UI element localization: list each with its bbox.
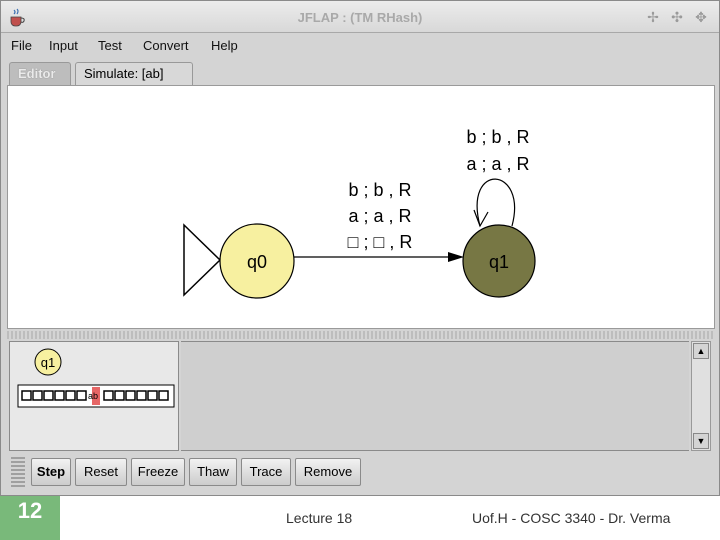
scroll-down-icon[interactable]: ▼ bbox=[693, 433, 709, 449]
window-title: JFLAP : (TM RHash) bbox=[297, 10, 423, 25]
transition-loop-q1[interactable] bbox=[476, 178, 515, 227]
edge-label: a ; a , R bbox=[348, 206, 411, 226]
menu-input[interactable]: Input bbox=[49, 38, 78, 53]
title-bar: JFLAP : (TM RHash) ✢ ✣ ✥ bbox=[1, 1, 719, 33]
automaton-diagram: q0 q1 b ; b , R a ; a , R □ ; □ , R b ; … bbox=[183, 127, 536, 299]
tape-input-text: ab bbox=[88, 391, 98, 401]
menu-convert[interactable]: Convert bbox=[143, 38, 189, 53]
jflap-window: JFLAP : (TM RHash) ✢ ✣ ✥ File Input Test… bbox=[0, 0, 720, 496]
initial-state-arrow-icon bbox=[183, 223, 222, 297]
edge-label: □ ; □ , R bbox=[348, 232, 413, 252]
tab-editor[interactable]: Editor bbox=[9, 62, 71, 85]
state-q1-label: q1 bbox=[489, 252, 509, 272]
panel-splitter[interactable] bbox=[7, 331, 715, 339]
trace-button[interactable]: Trace bbox=[241, 458, 291, 486]
footer-credit: Uof.H - COSC 3340 - Dr. Verma bbox=[472, 510, 671, 526]
thaw-button[interactable]: Thaw bbox=[189, 458, 237, 486]
scroll-up-icon[interactable]: ▲ bbox=[693, 343, 709, 359]
loop-arrowhead bbox=[473, 209, 489, 228]
slide-number: 12 bbox=[17, 498, 43, 523]
state-q0-label: q0 bbox=[247, 252, 267, 272]
menu-test[interactable]: Test bbox=[98, 38, 122, 53]
menu-help[interactable]: Help bbox=[211, 38, 238, 53]
pin-icon[interactable]: ✢ bbox=[645, 9, 661, 25]
automaton-canvas[interactable]: q0 q1 b ; b , R a ; a , R □ ; □ , R b ; … bbox=[7, 85, 715, 329]
loop-label: b ; b , R bbox=[466, 127, 529, 147]
remove-button[interactable]: Remove bbox=[295, 458, 361, 486]
resize-icon[interactable]: ✣ bbox=[669, 9, 685, 25]
loop-label: a ; a , R bbox=[466, 154, 529, 174]
configuration-view: q1 ab bbox=[17, 348, 175, 408]
transition-arrowhead bbox=[448, 252, 464, 262]
edge-label: b ; b , R bbox=[348, 180, 411, 200]
close-icon[interactable]: ✥ bbox=[693, 9, 709, 25]
toolbar-grip[interactable] bbox=[11, 457, 25, 487]
configuration-list-area bbox=[181, 341, 689, 451]
step-button[interactable]: Step bbox=[31, 458, 71, 486]
configuration-scrollbar[interactable]: ▲ ▼ bbox=[691, 341, 711, 451]
config-state-label: q1 bbox=[41, 355, 55, 370]
reset-button[interactable]: Reset bbox=[75, 458, 127, 486]
footer-lecture: Lecture 18 bbox=[286, 510, 353, 526]
freeze-button[interactable]: Freeze bbox=[131, 458, 185, 486]
tab-simulate[interactable]: Simulate: [ab] bbox=[75, 62, 193, 85]
menu-bar: File Input Test Convert Help bbox=[1, 34, 719, 56]
slide-number-badge: 12 bbox=[0, 496, 60, 540]
menu-file[interactable]: File bbox=[11, 38, 32, 53]
configuration-panel[interactable]: q1 ab bbox=[9, 341, 179, 451]
